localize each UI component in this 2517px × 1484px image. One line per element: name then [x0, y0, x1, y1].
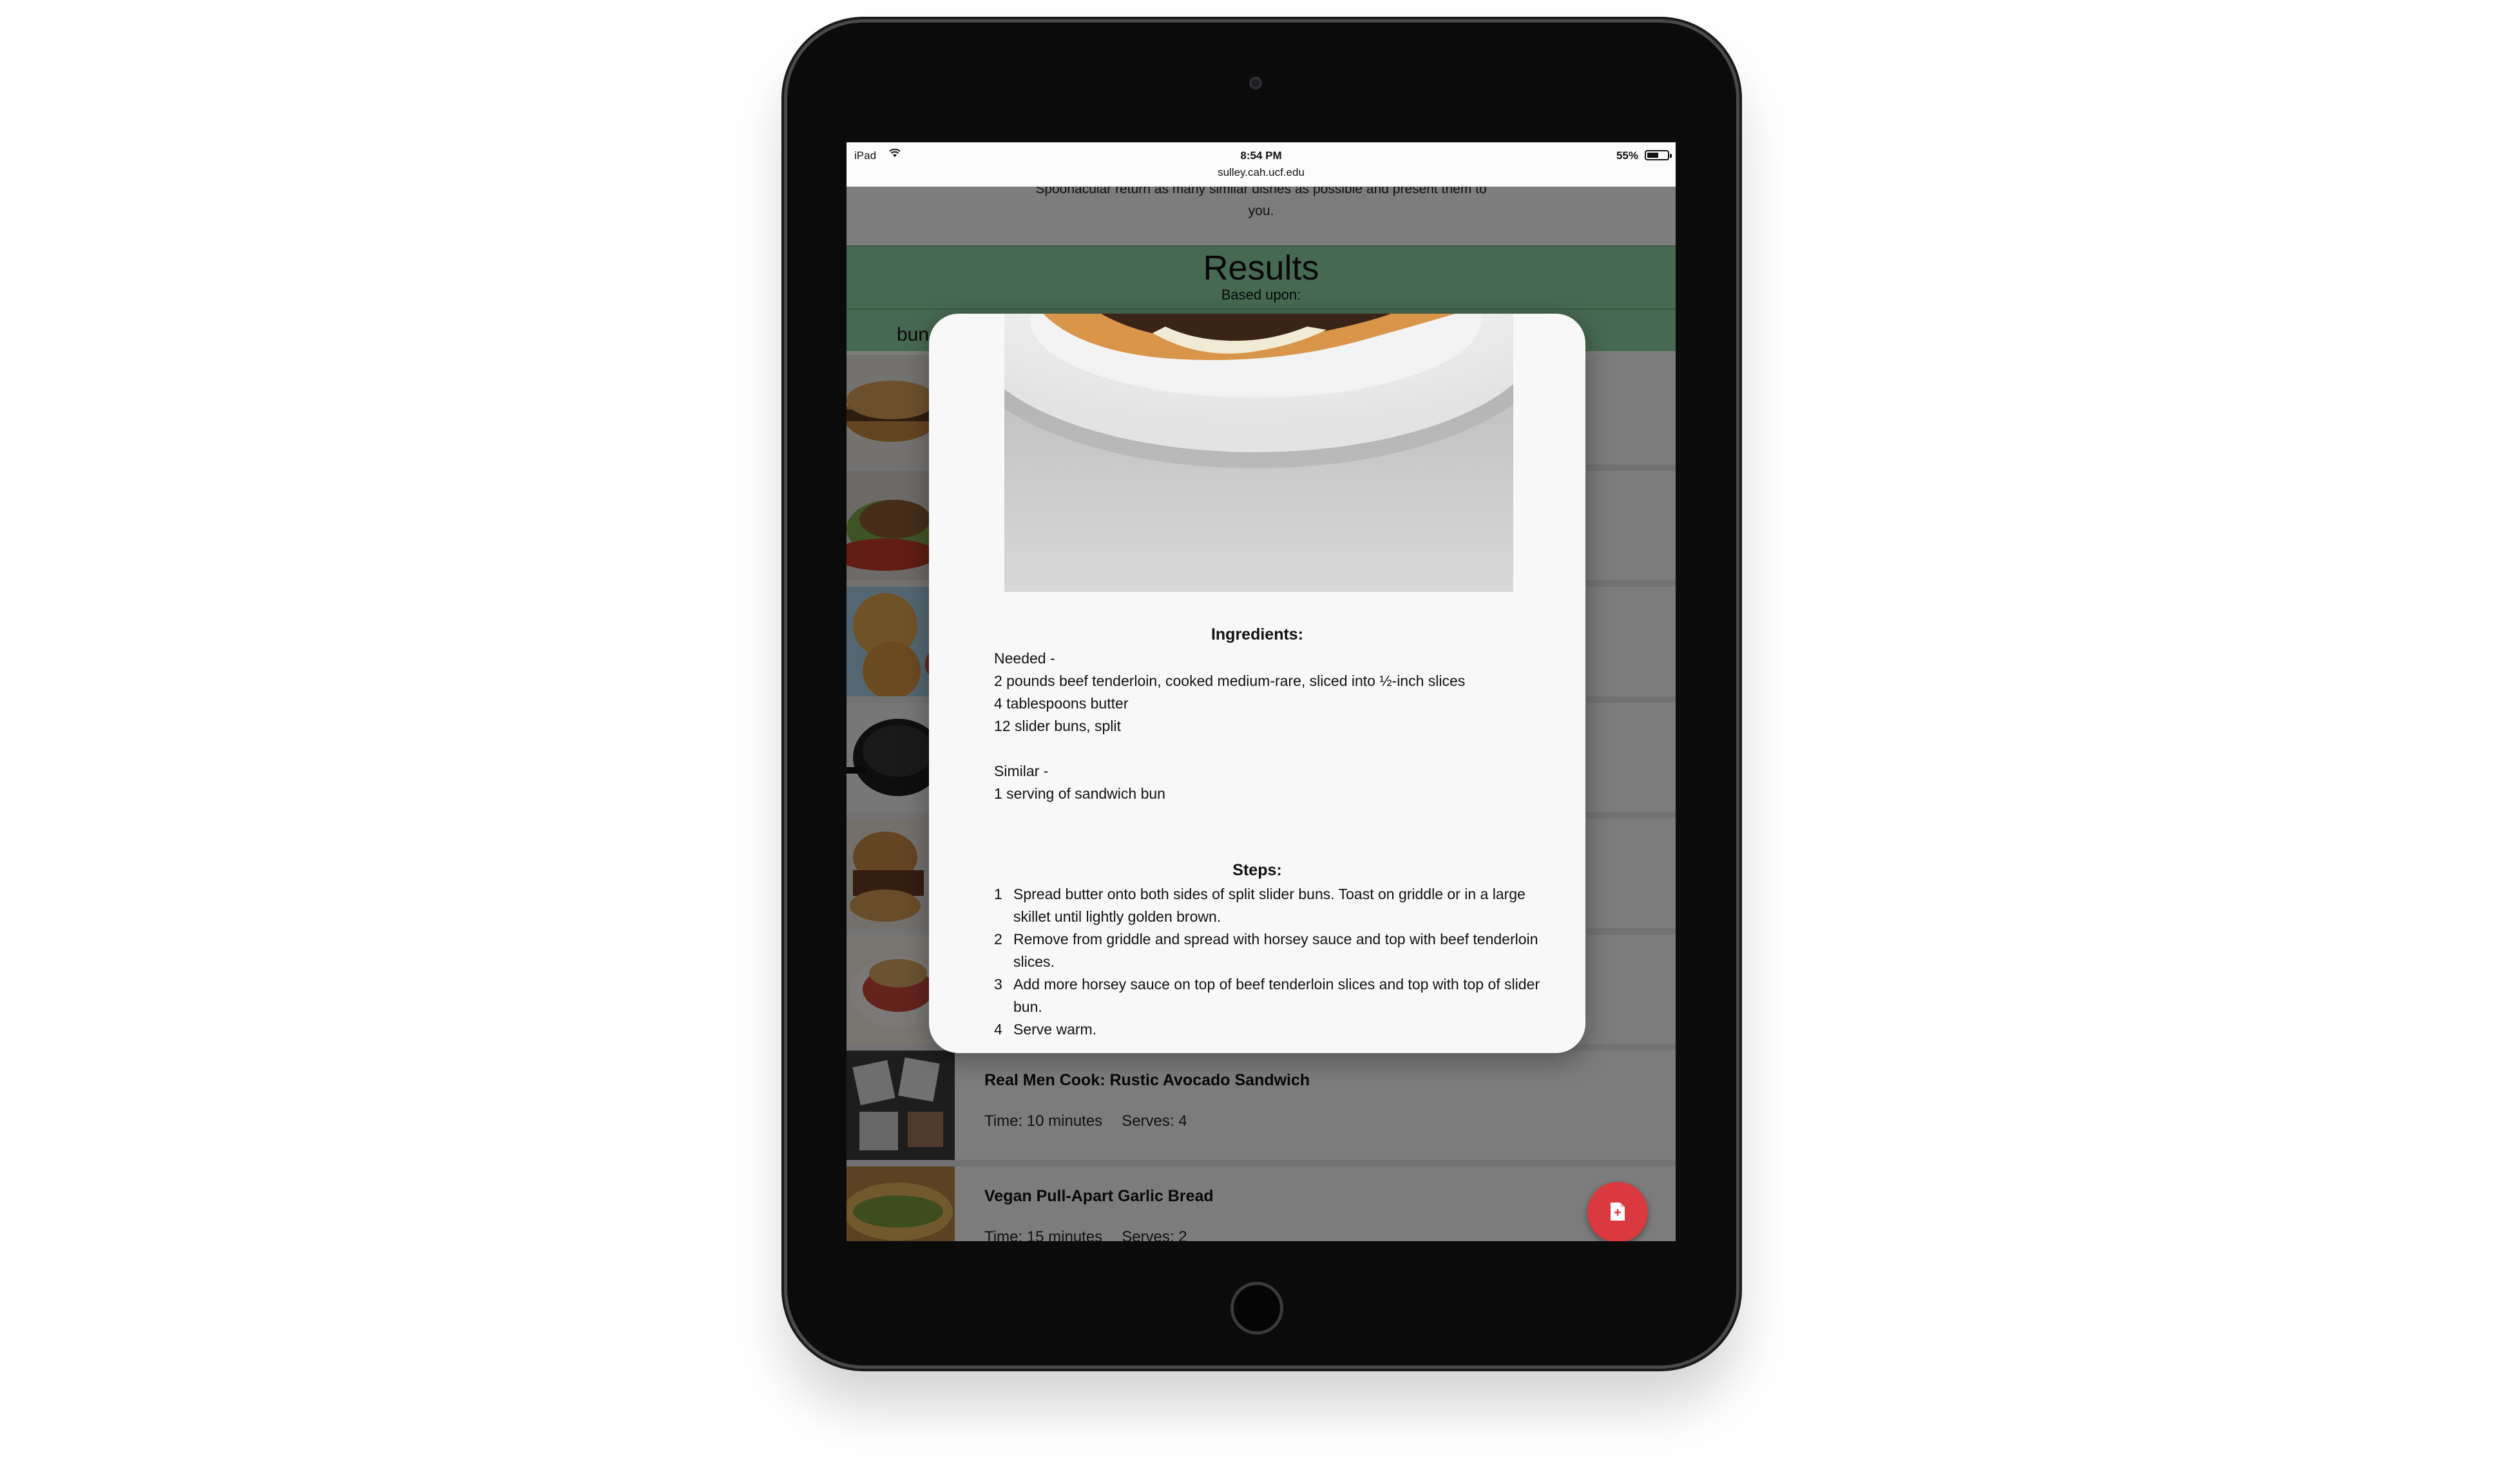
step-number: 2 [994, 931, 1002, 947]
step-text: Add more horsey sauce on top of beef ten… [1013, 976, 1540, 1015]
step-number: 3 [994, 976, 1002, 993]
step-item: 2 Remove from griddle and spread with ho… [994, 928, 1542, 973]
ingredient-item: 2 pounds beef tenderloin, cooked medium-… [994, 672, 1466, 689]
clock: 8:54 PM [1240, 149, 1282, 162]
ingredient-item: 4 tablespoons butter [994, 695, 1129, 712]
address-bar-url[interactable]: sulley.cah.ucf.edu [847, 166, 1676, 179]
step-number: 4 [994, 1021, 1002, 1038]
steps-heading: Steps: [1232, 861, 1282, 879]
ingredient-item: 12 slider buns, split [994, 718, 1121, 734]
step-item: 3 Add more horsey sauce on top of beef t… [994, 973, 1542, 1018]
document-icon [1611, 1203, 1625, 1221]
battery-percentage: 55% [1616, 149, 1638, 162]
ingredients-list: Needed - 2 pounds beef tenderloin, cooke… [994, 647, 1535, 805]
step-item: 1 Spread butter onto both sides of split… [994, 883, 1542, 928]
step-text: Remove from griddle and spread with hors… [1013, 931, 1538, 970]
status-bar: iPad 8:54 PM sulley.cah.ucf.edu 55% [847, 142, 1676, 187]
step-item: 4 Serve warm. [994, 1018, 1542, 1041]
home-button[interactable] [1230, 1282, 1283, 1335]
front-camera [1249, 77, 1262, 90]
ingredients-heading: Ingredients: [1211, 625, 1304, 643]
needed-label: Needed - [994, 650, 1055, 667]
battery-icon [1645, 150, 1672, 160]
step-number: 1 [994, 886, 1002, 902]
step-text: Serve warm. [1013, 1021, 1097, 1038]
ipad-frame: iPad 8:54 PM sulley.cah.ucf.edu 55% Spoo… [787, 23, 1736, 1365]
step-text: Spread butter onto both sides of split s… [1013, 886, 1526, 925]
recipe-modal[interactable]: Ingredients: Needed - 2 pounds beef tend… [929, 314, 1585, 1053]
floating-action-button[interactable] [1587, 1182, 1648, 1241]
similar-label: Similar - [994, 763, 1049, 779]
screen: iPad 8:54 PM sulley.cah.ucf.edu 55% Spoo… [847, 142, 1676, 1241]
similar-ingredient-item: 1 serving of sandwich bun [994, 785, 1165, 802]
steps-list: 1 Spread butter onto both sides of split… [994, 883, 1542, 1041]
recipe-photo [1004, 314, 1513, 592]
